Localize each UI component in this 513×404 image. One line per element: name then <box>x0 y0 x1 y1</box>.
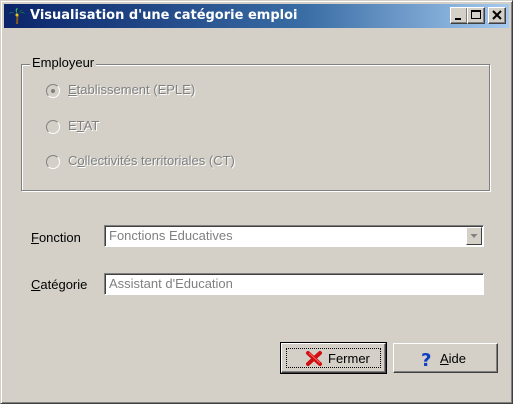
fonction-dropdown[interactable]: Fonctions Educatives <box>104 225 484 247</box>
window-title: Visualisation d'une catégorie emploi <box>30 8 298 23</box>
close-button[interactable] <box>488 7 506 24</box>
radio-etablissement-label: Etablissement (EPLE) <box>68 82 196 97</box>
radio-button[interactable] <box>46 120 60 134</box>
fonction-label: Fonction <box>31 230 81 245</box>
radio-collectivites-label: Collectivités territoriales (CT) <box>68 153 235 168</box>
categorie-label: Catégorie <box>31 277 88 292</box>
fermer-label: Fermer <box>328 351 370 366</box>
dropdown-button[interactable] <box>466 227 482 245</box>
fonction-value: Fonctions Educatives <box>109 228 233 243</box>
radio-etat-label: ETAT <box>68 118 100 133</box>
categorie-field[interactable]: Assistant d'Education <box>104 273 484 295</box>
maximize-button[interactable] <box>467 7 485 24</box>
minimize-icon <box>455 18 461 20</box>
radio-button[interactable] <box>46 84 60 98</box>
maximize-icon <box>471 10 481 19</box>
question-mark-icon: ? <box>421 350 431 368</box>
palm-tree-icon <box>9 8 25 25</box>
red-x-icon <box>306 351 322 366</box>
aide-button[interactable]: ? Aide <box>393 343 498 373</box>
svg-text:?: ? <box>421 350 431 368</box>
close-icon <box>492 10 502 20</box>
aide-label: Aide <box>440 351 467 366</box>
title-bar[interactable]: Visualisation d'une catégorie emploi <box>4 4 509 28</box>
categorie-value: Assistant d'Education <box>109 276 233 291</box>
fermer-button[interactable]: Fermer <box>280 342 387 374</box>
minimize-button[interactable] <box>450 7 468 24</box>
employeur-legend: Employeur <box>30 55 97 70</box>
radio-button[interactable] <box>46 155 60 169</box>
dialog-window: Visualisation d'une catégorie emploi Emp… <box>0 0 513 404</box>
chevron-down-icon <box>470 234 478 238</box>
